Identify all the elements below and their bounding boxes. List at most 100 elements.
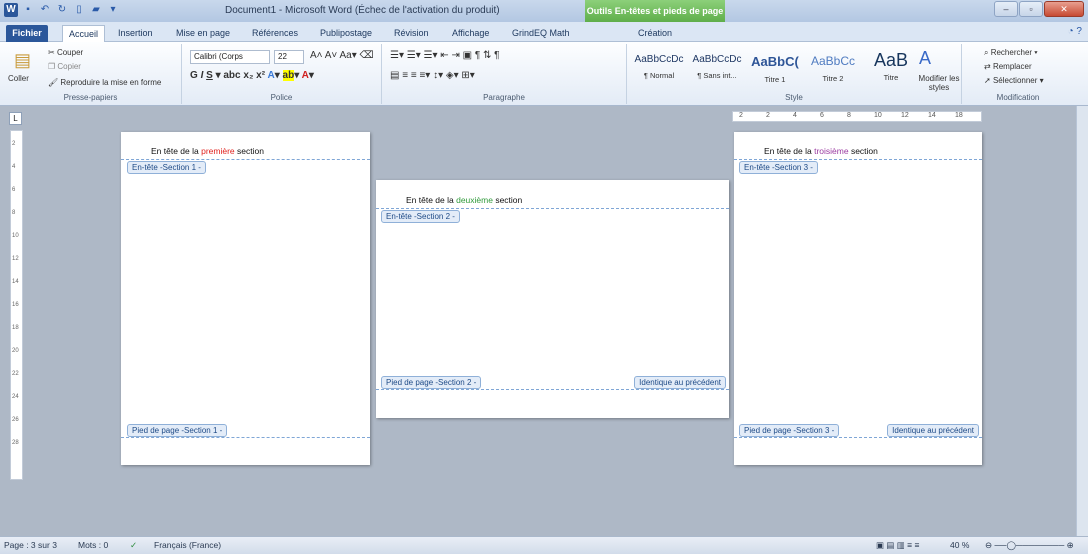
- tab-grindeq-math[interactable]: GrindEQ Math: [506, 25, 576, 42]
- style-sans-interligne[interactable]: AaBbCcDc ¶ Sans int...: [689, 50, 745, 92]
- same-as-previous-tag: Identique au précédent: [887, 424, 979, 437]
- ruler-tick: 28: [12, 440, 19, 446]
- ribbon: ▤ Coller ✂ Couper ❐ Copier 🖌 Reproduire …: [0, 42, 1088, 106]
- vertical-ruler[interactable]: 2 4 6 8 10 12 14 16 18 20 22 24 26 28: [10, 130, 23, 480]
- header-highlight: deuxième: [456, 195, 493, 205]
- group-editing: ⌕ Rechercher ▾ ⇄ Remplacer ➚ Sélectionne…: [962, 44, 1074, 104]
- header-text: section: [234, 146, 264, 156]
- replace-button[interactable]: ⇄ Remplacer: [984, 62, 1032, 71]
- vertical-scrollbar[interactable]: [1076, 106, 1088, 536]
- header-boundary: [376, 208, 729, 209]
- save-icon[interactable]: ▪: [21, 3, 35, 17]
- tab-selector-icon[interactable]: L: [9, 112, 22, 125]
- new-document-icon[interactable]: ▯: [72, 3, 86, 17]
- header-boundary: [121, 159, 370, 160]
- word-count[interactable]: Mots : 0: [78, 540, 108, 550]
- tab-fichier[interactable]: Fichier: [6, 25, 48, 42]
- style-titre-2[interactable]: AaBbCc Titre 2: [805, 50, 861, 92]
- header-text: section: [492, 195, 523, 205]
- group-styles: AaBbCcDc ¶ Normal AaBbCcDc ¶ Sans int... A…: [627, 44, 962, 104]
- clipboard-group-label: Presse-papiers: [63, 93, 118, 102]
- font-name-select[interactable]: Calibri (Corps: [190, 50, 270, 64]
- tab-insertion[interactable]: Insertion: [112, 25, 159, 42]
- header-text-1[interactable]: En tête de la première section: [151, 146, 264, 156]
- close-button[interactable]: ✕: [1044, 1, 1084, 17]
- find-label: Rechercher: [990, 48, 1033, 57]
- footer-tag-section-1: Pied de page -Section 1 -: [127, 424, 228, 437]
- word-logo-icon[interactable]: W: [4, 3, 18, 17]
- paintbrush-icon: 🖌: [48, 78, 61, 87]
- tab-publipostage[interactable]: Publipostage: [314, 25, 378, 42]
- ruler-tick: 14: [928, 112, 936, 119]
- grow-font-button[interactable]: A˄ A˅ Aa▾ ⌫: [310, 50, 374, 61]
- style-sample: AaBbCc: [810, 54, 856, 68]
- ruler-tick: 14: [12, 279, 19, 285]
- tab-references[interactable]: Références: [246, 25, 304, 42]
- copy-button[interactable]: ❐ Copier: [48, 62, 81, 71]
- view-buttons[interactable]: ▣ ▤ ▥ ≡ ≡: [876, 540, 919, 551]
- redo-icon[interactable]: ↻: [55, 3, 69, 17]
- header-highlight: première: [201, 146, 235, 156]
- header-text: En tête de la: [406, 195, 457, 205]
- page-3: En tête de la troisième section En-tête …: [734, 132, 982, 465]
- paste-button[interactable]: Coller: [8, 74, 29, 83]
- ruler-tick: 18: [955, 112, 963, 119]
- header-text-3[interactable]: En tête de la troisième section: [764, 146, 878, 156]
- minimize-button[interactable]: –: [994, 1, 1018, 17]
- style-sample: AaBbC(: [751, 54, 799, 69]
- tab-creation[interactable]: Création: [632, 25, 678, 42]
- ruler-tick: 10: [874, 112, 882, 119]
- zoom-level[interactable]: 40 %: [950, 540, 969, 550]
- header-tag-section-1: En-tête -Section 1 -: [127, 161, 206, 174]
- tab-accueil[interactable]: Accueil: [62, 25, 106, 42]
- style-titre[interactable]: AaB Titre: [863, 50, 919, 92]
- replace-icon: ⇄: [984, 62, 993, 71]
- ruler-tick: 2: [739, 112, 743, 119]
- proofing-icon[interactable]: ✓: [130, 540, 137, 551]
- language[interactable]: Français (France): [154, 540, 221, 550]
- find-button[interactable]: ⌕ Rechercher ▾: [984, 48, 1038, 58]
- ruler-tick: 16: [12, 302, 19, 308]
- paste-icon[interactable]: ▤: [14, 50, 31, 71]
- list-buttons[interactable]: ☰▾ ☰▾ ☰▾ ⇤ ⇥ ▣ ¶ ⇅ ¶: [390, 50, 500, 61]
- zoom-slider[interactable]: ⊖ ──◯──────── ⊕: [985, 540, 1074, 551]
- footer-boundary: [734, 437, 982, 438]
- font-size-select[interactable]: 22: [274, 50, 304, 64]
- tab-revision[interactable]: Révision: [388, 25, 435, 42]
- header-text: En tête de la: [764, 146, 815, 156]
- paragraph-group-label: Paragraphe: [483, 93, 525, 102]
- tab-affichage[interactable]: Affichage: [446, 25, 495, 42]
- help-icon[interactable]: ◔ ?: [1068, 26, 1082, 37]
- horizontal-ruler[interactable]: 2 2 4 6 8 10 12 14 18: [732, 111, 982, 122]
- format-painter-button[interactable]: 🖌 Reproduire la mise en forme: [48, 78, 161, 87]
- select-label: Sélectionner: [992, 76, 1038, 85]
- cursor-icon: ➚: [984, 76, 993, 85]
- select-button[interactable]: ➚ Sélectionner ▾: [984, 76, 1044, 85]
- change-styles-button[interactable]: Modifier les styles: [917, 74, 961, 92]
- ruler-tick: 8: [847, 112, 851, 119]
- header-tag-section-3: En-tête -Section 3 -: [739, 161, 818, 174]
- style-name: ¶ Sans int...: [697, 71, 737, 80]
- customize-qat-icon[interactable]: ▾: [106, 3, 120, 17]
- open-folder-icon[interactable]: ▰: [89, 3, 103, 17]
- cut-button[interactable]: ✂ Couper: [48, 48, 83, 57]
- footer-tag-section-2: Pied de page -Section 2 -: [381, 376, 482, 389]
- header-text-2[interactable]: En tête de la deuxième section: [406, 195, 522, 205]
- ruler-tick: 24: [12, 394, 19, 400]
- group-clipboard: ▤ Coller ✂ Couper ❐ Copier 🖌 Reproduire …: [0, 44, 182, 104]
- styles-group-label: Style: [785, 93, 803, 102]
- align-buttons[interactable]: ▤ ≡ ≡ ≡▾ ↕▾ ◈▾ ⊞▾: [390, 70, 475, 81]
- change-styles-icon[interactable]: A: [919, 48, 931, 69]
- copy-label: Copier: [57, 62, 81, 71]
- cut-label: Couper: [56, 48, 84, 57]
- page-count[interactable]: Page : 3 sur 3: [4, 540, 57, 550]
- header-text: section: [848, 146, 878, 156]
- maximize-button[interactable]: ▫: [1019, 1, 1043, 17]
- undo-icon[interactable]: ↶: [38, 3, 52, 17]
- style-titre-1[interactable]: AaBbC(Titre 1: [747, 50, 803, 92]
- style-normal[interactable]: AaBbCcDc ¶ Normal: [631, 50, 687, 92]
- ribbon-tabs: Fichier Accueil Insertion Mise en page R…: [0, 22, 1088, 42]
- ruler-tick: 22: [12, 371, 19, 377]
- font-format-buttons[interactable]: G I S ▾ abc x₂ x² A▾ ab▾ A▾: [190, 70, 314, 81]
- tab-mise-en-page[interactable]: Mise en page: [170, 25, 236, 42]
